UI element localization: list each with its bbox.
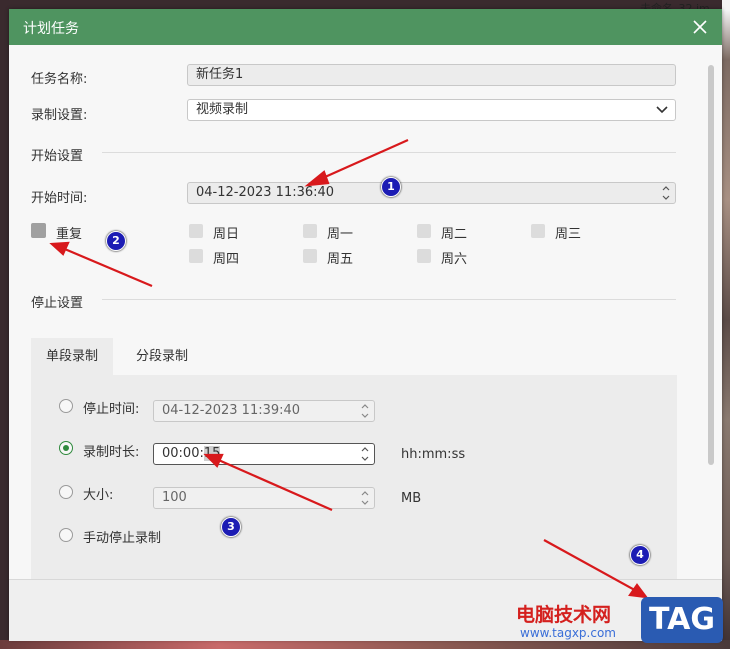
dialog-title: 计划任务 bbox=[23, 21, 79, 37]
start-time-label: 开始时间: bbox=[31, 191, 88, 206]
annotation-badge-1: 1 bbox=[381, 177, 401, 197]
schedule-task-dialog: 计划任务 任务名称: 新任务1 录制设置: 视频录制 开始设置 开始时间: 04… bbox=[9, 9, 722, 641]
thursday-label: 周四 bbox=[213, 252, 240, 267]
repeat-checkbox[interactable] bbox=[31, 223, 46, 238]
task-name-value: 新任务1 bbox=[196, 67, 244, 82]
record-setting-value: 视频录制 bbox=[196, 102, 249, 117]
spin-arrows-icon[interactable] bbox=[360, 489, 370, 507]
duration-selected-text: 15 bbox=[203, 446, 221, 461]
stop-time-input[interactable]: 04-12-2023 11:39:40 bbox=[153, 400, 375, 422]
tuesday-label: 周二 bbox=[441, 227, 468, 242]
annotation-badge-4: 4 bbox=[630, 545, 650, 565]
duration-input[interactable]: 00:00:15 bbox=[153, 443, 375, 465]
stop-time-radio[interactable] bbox=[59, 399, 73, 413]
task-name-input[interactable]: 新任务1 bbox=[187, 64, 676, 86]
friday-label: 周五 bbox=[327, 252, 354, 267]
wednesday-label: 周三 bbox=[555, 227, 582, 242]
sunday-label: 周日 bbox=[213, 227, 240, 242]
close-button[interactable] bbox=[678, 9, 722, 45]
duration-label: 录制时长: bbox=[83, 445, 140, 460]
title-bar: 计划任务 bbox=[9, 9, 722, 45]
tab-single-segment[interactable]: 单段录制 bbox=[31, 338, 113, 375]
wednesday-checkbox[interactable] bbox=[531, 224, 545, 238]
saturday-checkbox[interactable] bbox=[417, 249, 431, 263]
sunday-checkbox[interactable] bbox=[189, 224, 203, 238]
spin-arrows-icon[interactable] bbox=[360, 445, 370, 463]
size-unit: MB bbox=[401, 491, 422, 506]
background-bottom bbox=[0, 640, 730, 649]
record-setting-label: 录制设置: bbox=[31, 108, 88, 123]
scrollbar[interactable] bbox=[708, 65, 714, 465]
stop-options-panel: 停止时间: 04-12-2023 11:39:40 录制时长: 00:00:15… bbox=[31, 375, 677, 591]
start-section-divider bbox=[102, 152, 676, 153]
record-setting-select[interactable]: 视频录制 bbox=[187, 99, 676, 121]
annotation-badge-3: 3 bbox=[221, 517, 241, 537]
duration-unit: hh:mm:ss bbox=[401, 447, 466, 462]
watermark-tag-logo: TAG bbox=[641, 597, 723, 643]
watermark-url: www.tagxp.com bbox=[520, 626, 616, 640]
size-value: 100 bbox=[162, 490, 187, 505]
monday-checkbox[interactable] bbox=[303, 224, 317, 238]
stop-section-title: 停止设置 bbox=[31, 296, 84, 311]
tab-multi-segment[interactable]: 分段录制 bbox=[121, 338, 203, 375]
start-section-title: 开始设置 bbox=[31, 149, 84, 164]
stop-time-value: 04-12-2023 11:39:40 bbox=[162, 403, 301, 418]
manual-stop-radio[interactable] bbox=[59, 528, 73, 542]
repeat-label: 重复 bbox=[56, 227, 83, 242]
size-input[interactable]: 100 bbox=[153, 487, 375, 509]
duration-radio[interactable] bbox=[59, 441, 73, 455]
size-radio[interactable] bbox=[59, 485, 73, 499]
start-time-value: 04-12-2023 11:36:40 bbox=[196, 185, 335, 200]
stop-section-divider bbox=[102, 299, 676, 300]
annotation-badge-2: 2 bbox=[106, 231, 126, 251]
duration-value: 00:00: bbox=[162, 446, 204, 461]
chevron-down-icon bbox=[656, 106, 668, 114]
task-name-label: 任务名称: bbox=[31, 72, 88, 87]
background-strip bbox=[722, 0, 730, 649]
thursday-checkbox[interactable] bbox=[189, 249, 203, 263]
stop-time-label: 停止时间: bbox=[83, 402, 140, 417]
manual-stop-label: 手动停止录制 bbox=[83, 531, 162, 546]
size-label: 大小: bbox=[83, 488, 114, 503]
watermark-site-name: 电脑技术网 bbox=[516, 604, 612, 626]
monday-label: 周一 bbox=[327, 227, 354, 242]
saturday-label: 周六 bbox=[441, 252, 468, 267]
friday-checkbox[interactable] bbox=[303, 249, 317, 263]
start-time-input[interactable]: 04-12-2023 11:36:40 bbox=[187, 182, 676, 204]
spin-arrows-icon[interactable] bbox=[661, 184, 671, 202]
close-icon bbox=[693, 20, 707, 34]
tuesday-checkbox[interactable] bbox=[417, 224, 431, 238]
spin-arrows-icon[interactable] bbox=[360, 402, 370, 420]
